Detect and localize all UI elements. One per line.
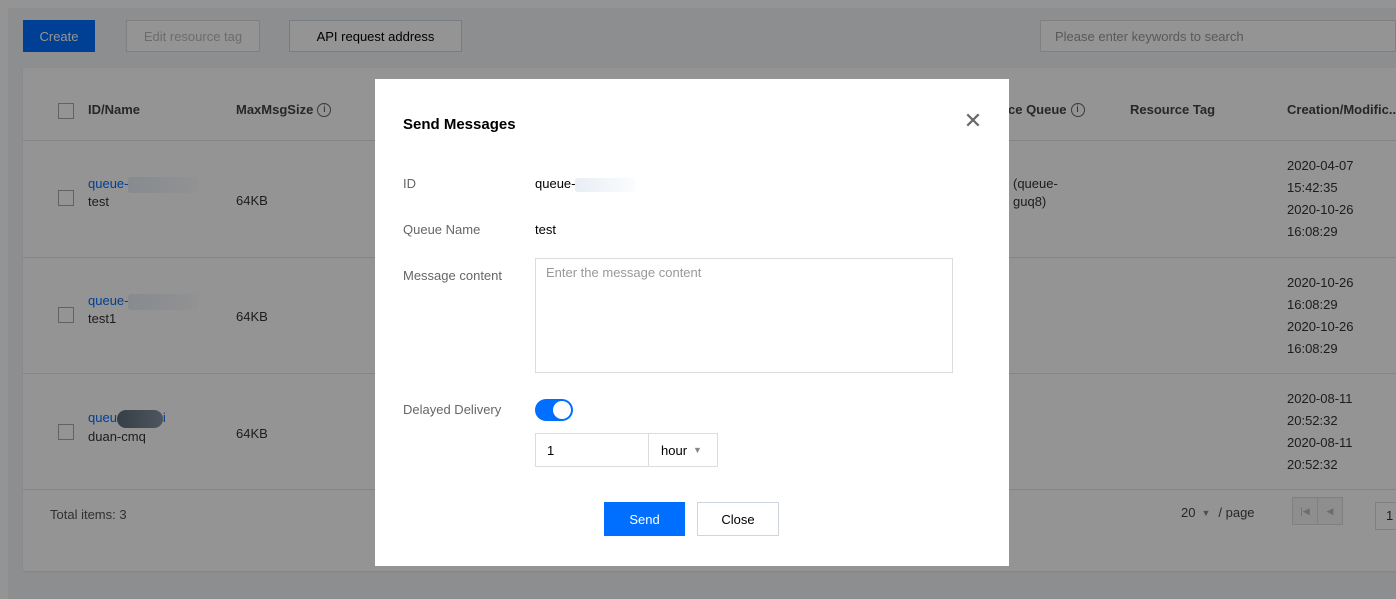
delay-unit-select[interactable]: hour ▼: [648, 433, 718, 467]
close-icon[interactable]: ✕: [963, 110, 983, 132]
message-content-input[interactable]: Enter the message content: [535, 258, 953, 373]
queue-name-value: test: [535, 222, 556, 237]
delayed-delivery-label: Delayed Delivery: [403, 402, 502, 417]
queue-name-label: Queue Name: [403, 222, 481, 237]
id-label: ID: [403, 176, 416, 191]
page: Create Edit resource tag API request add…: [0, 0, 1396, 599]
close-button[interactable]: Close: [697, 502, 779, 536]
id-value: queue-: [535, 176, 636, 192]
delay-value-input[interactable]: 1: [535, 433, 649, 467]
delayed-delivery-toggle[interactable]: [535, 399, 573, 421]
message-content-label: Message content: [403, 268, 503, 283]
dialog-title: Send Messages: [403, 116, 516, 133]
chevron-down-icon: ▼: [693, 445, 702, 455]
delay-unit-value: hour: [661, 442, 688, 458]
send-messages-dialog: Send Messages ✕ ID queue- Queue Name tes…: [375, 79, 1009, 566]
toggle-knob: [553, 401, 571, 419]
id-text: queue-: [535, 176, 576, 191]
redacted-text: [575, 177, 636, 192]
send-button[interactable]: Send: [604, 502, 685, 536]
